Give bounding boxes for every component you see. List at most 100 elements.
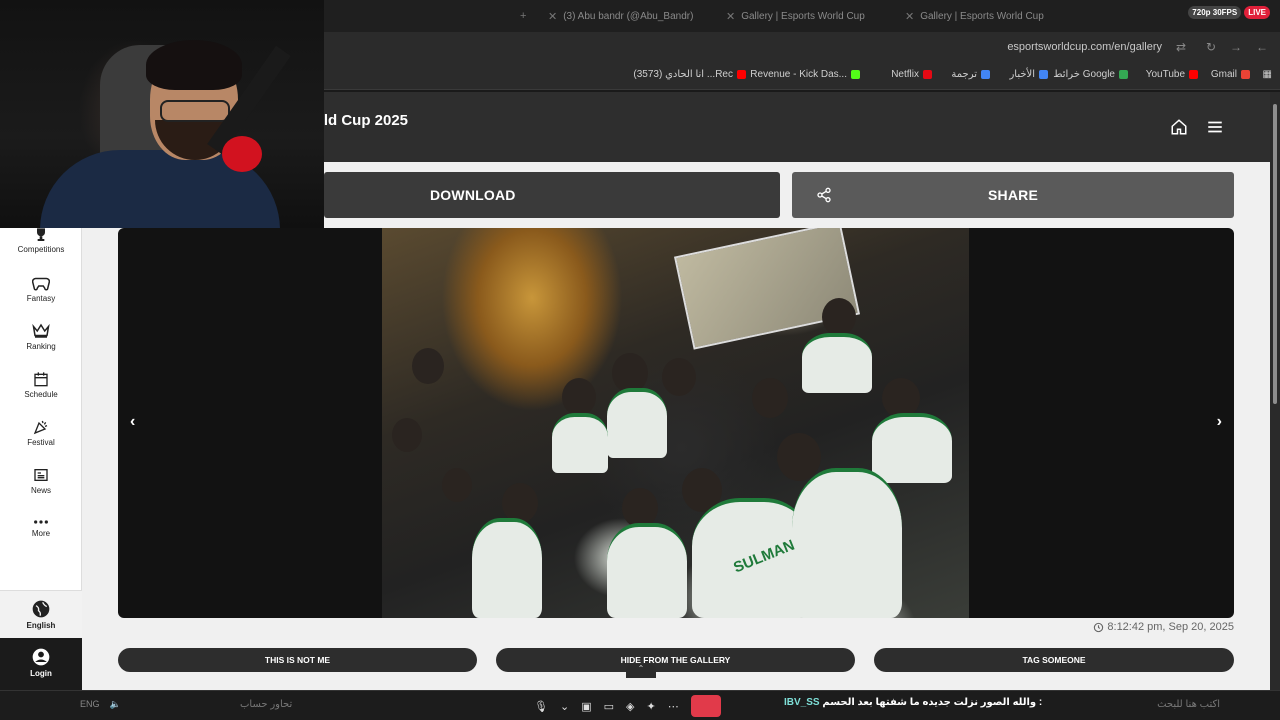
volume-icon[interactable]: 🔈 xyxy=(110,699,121,710)
bookmark-news[interactable]: الأخبار xyxy=(1009,69,1048,80)
camera-off-icon[interactable]: ▣ xyxy=(581,700,591,713)
timestamp-text: 8:12:42 pm, Sep 20, 2025 xyxy=(1107,621,1234,633)
kick-icon xyxy=(851,70,860,79)
new-tab-button[interactable]: + xyxy=(520,5,526,27)
home-icon[interactable] xyxy=(1170,118,1188,136)
sidebar-item-schedule[interactable]: Schedule xyxy=(0,371,82,399)
sidebar-item-more[interactable]: More xyxy=(0,518,82,538)
stream-controls: 🎙 ⌄ ▣ ▭ ◈ ✦ ⋯ xyxy=(534,695,721,717)
photo-viewer: SULMAN ‹ › xyxy=(118,228,1234,618)
download-label: DOWNLOAD xyxy=(430,187,516,203)
clock-icon xyxy=(1094,622,1104,632)
share-label: SHARE xyxy=(987,187,1038,203)
hide-from-gallery-button[interactable]: HIDE FROM THE GALLERY xyxy=(496,648,855,672)
sidebar-item-news[interactable]: News xyxy=(0,467,82,495)
gmail-icon xyxy=(1241,70,1250,79)
translate-icon xyxy=(981,70,990,79)
youtube-icon xyxy=(737,70,746,79)
crown-icon xyxy=(32,323,50,338)
close-icon[interactable]: ✕ xyxy=(548,10,557,23)
taskbar-tray-left: ENG 🔈 xyxy=(80,699,121,710)
tab-label: Gallery | Esports World Cup xyxy=(920,10,1044,22)
next-arrow-icon[interactable]: › xyxy=(1217,413,1222,431)
chevron-down-icon[interactable]: ⌄ xyxy=(560,700,569,713)
bookmark-youtube[interactable]: YouTube xyxy=(1146,69,1198,80)
hamburger-menu-icon[interactable] xyxy=(1206,118,1224,136)
more-icon[interactable]: ⋯ xyxy=(668,700,679,713)
bookmark-translate[interactable]: ترجمة xyxy=(951,69,990,80)
chat-text: والله الصور نزلت جديده ما شفتها بعد الحس… xyxy=(822,697,1043,708)
effects-icon[interactable]: ✦ xyxy=(646,700,655,713)
share-button[interactable]: SHARE xyxy=(792,172,1234,218)
gamepad-icon xyxy=(32,277,50,291)
tab-twitter[interactable]: ✕ (3) Abu bandr (@Abu_Bandr) xyxy=(548,5,693,27)
sidebar-item-fantasy[interactable]: Fantasy xyxy=(0,275,82,303)
youtube-icon xyxy=(1189,70,1198,79)
tag-someone-button[interactable]: TAG SOMEONE xyxy=(874,648,1234,672)
live-badge: LIVE xyxy=(1244,6,1270,19)
url-text[interactable]: esportsworldcup.com/en/gallery xyxy=(1007,41,1162,53)
reload-icon[interactable]: ↻ xyxy=(1206,40,1216,54)
scroll-thumb[interactable] xyxy=(1273,104,1277,404)
microphone-icon xyxy=(222,136,262,172)
taskbar-search-right[interactable]: اكتب هنا للبحث xyxy=(1157,699,1220,710)
close-icon[interactable]: ✕ xyxy=(905,10,914,23)
sidebar: Competitions Fantasy Ranking Schedule Fe… xyxy=(0,228,82,690)
stream-badges: 720p 30FPS LIVE xyxy=(1188,6,1270,19)
chat-overlay-message: IBV_SS والله الصور نزلت جديده ما شفتها ب… xyxy=(784,697,1042,708)
taskbar-search[interactable]: تحاور حساب xyxy=(240,699,292,710)
download-button[interactable]: DOWNLOAD xyxy=(324,172,780,218)
photo-timestamp: 8:12:42 pm, Sep 20, 2025 xyxy=(1093,621,1234,633)
bookmark-netflix[interactable]: Netflix xyxy=(891,69,932,80)
this-is-not-me-button[interactable]: THIS IS NOT ME xyxy=(118,648,477,672)
forward-icon[interactable]: → xyxy=(1230,40,1242,54)
bookmarks-bar: ▦ Gmail YouTube خرائط Google الأخبار ترج… xyxy=(324,62,1280,90)
globe-icon xyxy=(32,600,50,618)
user-avatar-icon xyxy=(32,648,50,666)
chat-nickname: IBV_SS xyxy=(784,697,820,708)
glasses xyxy=(160,100,230,122)
gallery-photo[interactable]: SULMAN xyxy=(382,228,969,618)
site-header: rld Cup 2025 xyxy=(318,92,1270,162)
translate-icon[interactable]: ⇄ xyxy=(1176,40,1186,54)
party-icon xyxy=(33,420,48,435)
apps-icon[interactable]: ▦ xyxy=(1263,69,1272,80)
page-scrollbar[interactable] xyxy=(1270,92,1280,690)
maps-icon xyxy=(1119,70,1128,79)
close-icon[interactable]: ✕ xyxy=(726,10,735,23)
quality-badge: 720p 30FPS xyxy=(1188,6,1242,19)
previous-arrow-icon[interactable]: ‹ xyxy=(130,413,135,431)
chat-icon[interactable]: ▭ xyxy=(604,700,614,713)
login-label: Login xyxy=(30,669,52,678)
back-icon[interactable]: ← xyxy=(1256,40,1268,54)
sidebar-item-competitions[interactable]: Competitions xyxy=(0,228,82,254)
login-button[interactable]: Login xyxy=(0,638,82,690)
bookmark-gmail[interactable]: Gmail xyxy=(1211,69,1250,80)
news-icon xyxy=(1039,70,1048,79)
trophy-icon xyxy=(37,228,45,241)
webcam-overlay xyxy=(0,0,324,228)
bookmark-kick[interactable]: Revenue - Kick Das... xyxy=(750,69,860,80)
bookmark-rec[interactable]: (3573) انا الحادي ...Rec xyxy=(633,69,746,80)
bookmark-maps[interactable]: خرائط Google xyxy=(1053,69,1128,80)
streamer-hair xyxy=(146,40,242,90)
tab-gallery-1[interactable]: ✕ Gallery | Esports World Cup xyxy=(726,5,865,27)
language-indicator[interactable]: ENG xyxy=(80,699,100,710)
os-taskbar: ENG 🔈 تحاور حساب 🎙 ⌄ ▣ ▭ ◈ ✦ ⋯ IBV_SS وا… xyxy=(0,690,1280,720)
end-stream-button[interactable] xyxy=(690,695,721,717)
netflix-icon xyxy=(923,70,932,79)
tab-label: (3) Abu bandr (@Abu_Bandr) xyxy=(563,10,694,22)
language-selector[interactable]: English xyxy=(0,590,82,638)
sidebar-item-ranking[interactable]: Ranking xyxy=(0,323,82,351)
calendar-icon xyxy=(34,372,48,387)
address-bar[interactable]: esportsworldcup.com/en/gallery ⇄ ↻ → ← xyxy=(324,32,1280,62)
tab-gallery-2[interactable]: ✕ Gallery | Esports World Cup xyxy=(905,5,1044,27)
microphone-icon[interactable]: 🎙 xyxy=(534,700,548,713)
site-title: rld Cup 2025 xyxy=(318,112,409,129)
chevron-up-icon[interactable]: ⌃ xyxy=(626,664,656,678)
share-icon xyxy=(817,187,831,203)
tab-label: Gallery | Esports World Cup xyxy=(741,10,865,22)
language-label: English xyxy=(26,621,56,630)
gamepad-icon[interactable]: ◈ xyxy=(626,700,634,713)
sidebar-item-festival[interactable]: Festival xyxy=(0,419,82,447)
